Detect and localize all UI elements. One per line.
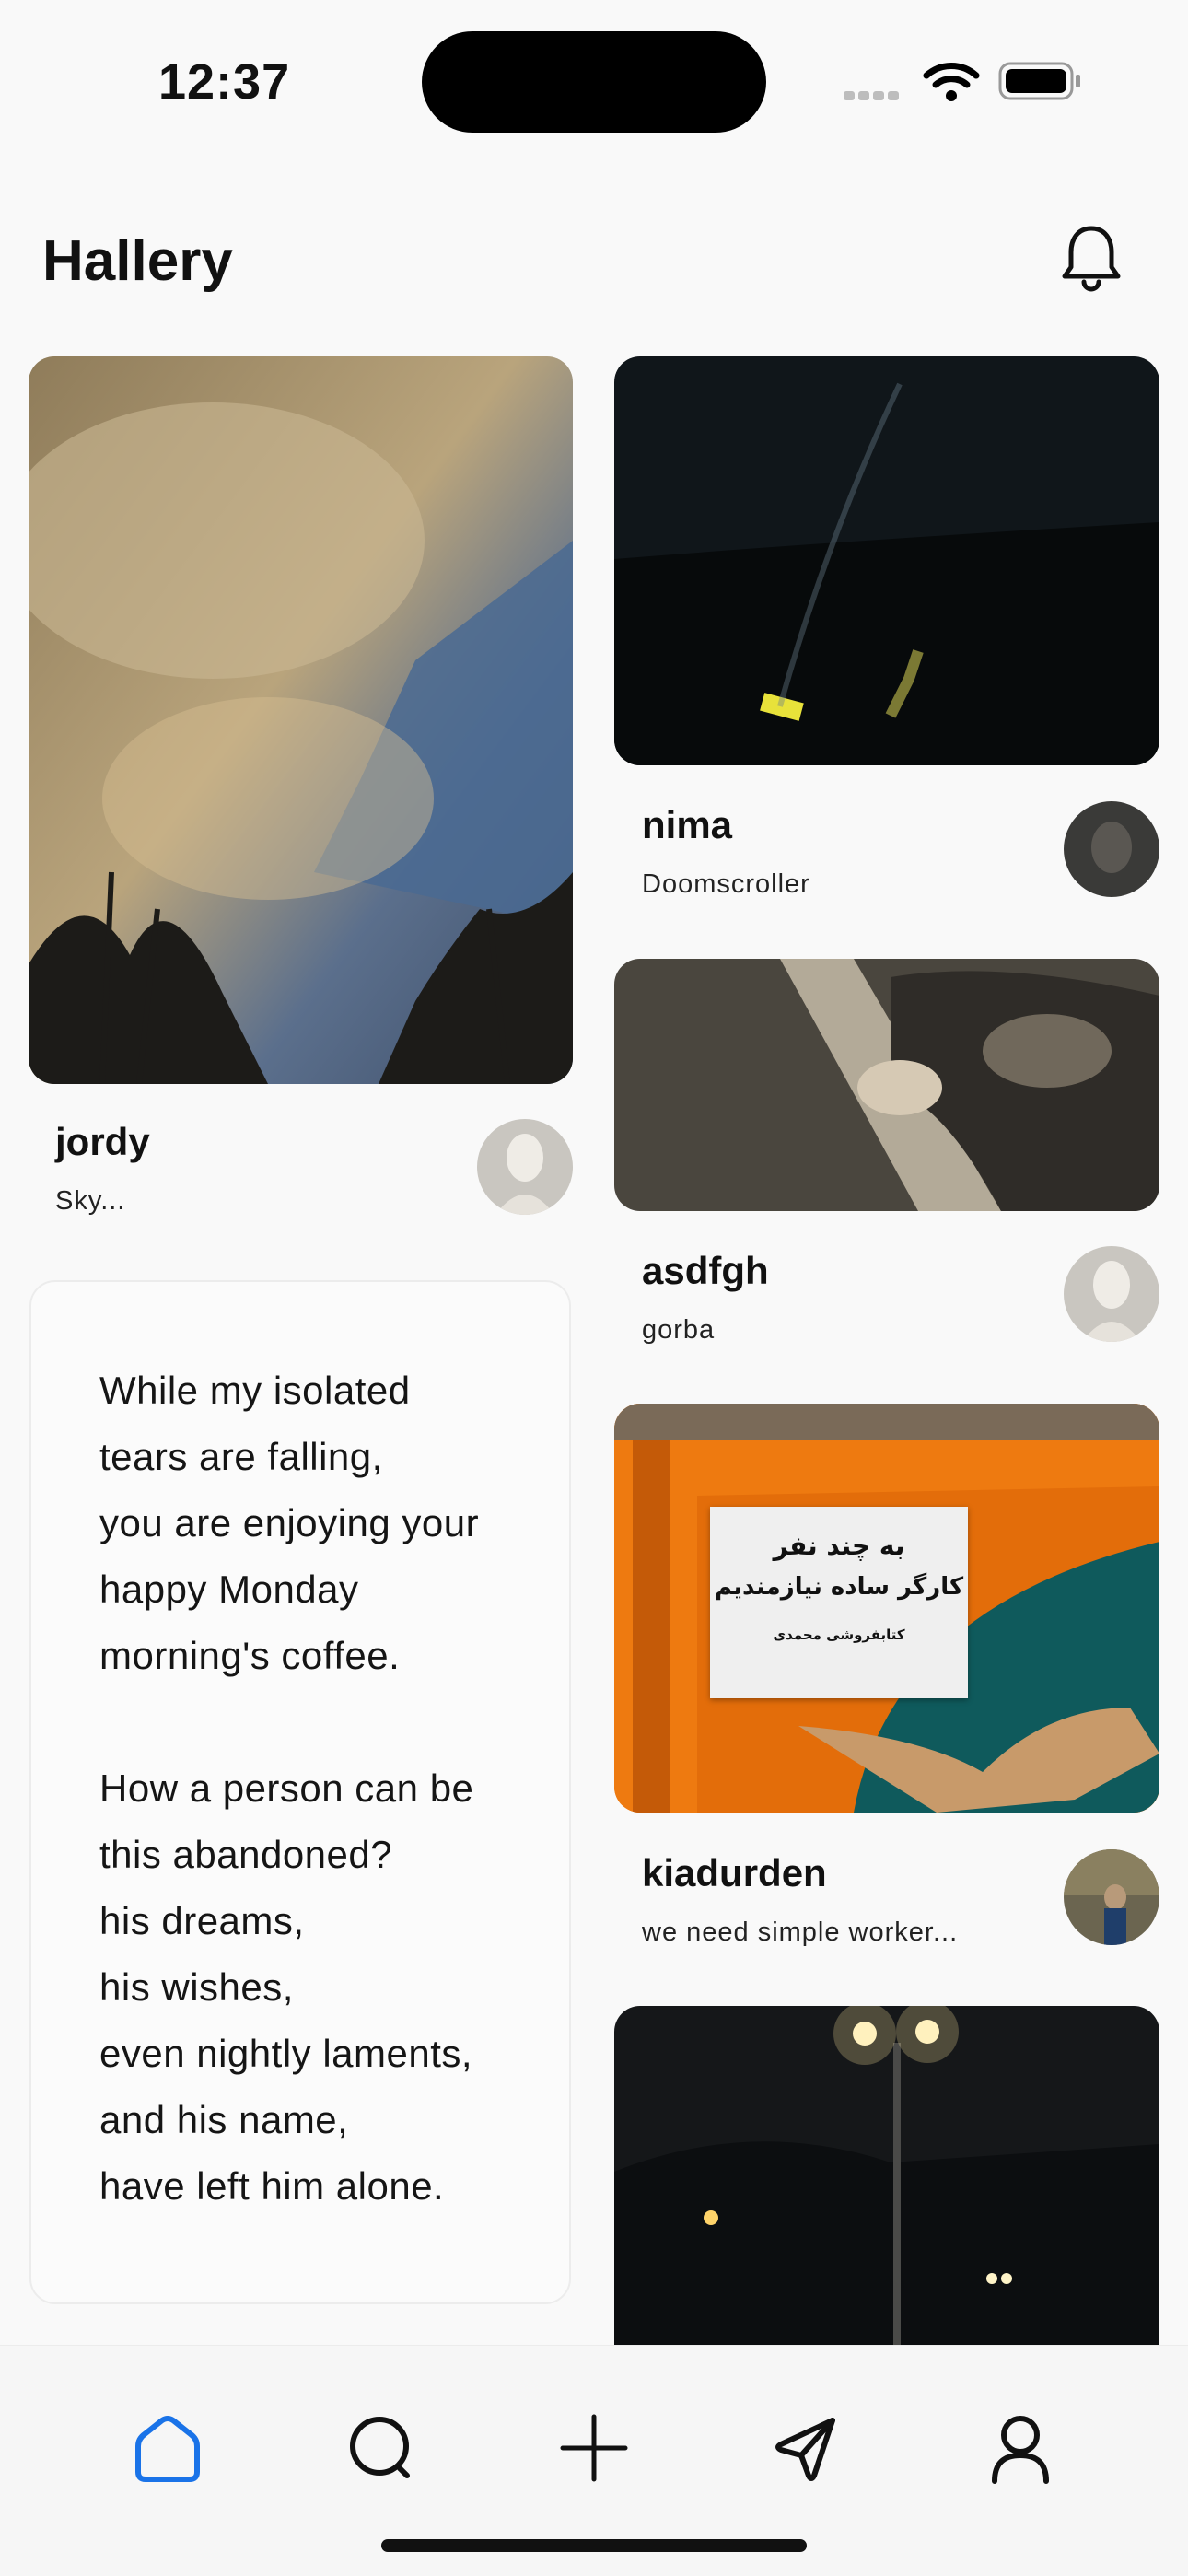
sign-text-line: کارگر ساده نیازمندیم	[714, 1573, 964, 1601]
post-author-name[interactable]: jordy	[55, 1120, 150, 1164]
post-author-name[interactable]: asdfgh	[642, 1249, 769, 1293]
sign-paper: به چند نفر کارگر ساده نیازمندیم کتابفروش…	[710, 1507, 968, 1698]
add-icon[interactable]	[555, 2409, 633, 2487]
post-image-sky[interactable]	[29, 356, 573, 1084]
post-image-sign[interactable]: به چند نفر کارگر ساده نیازمندیم کتابفروش…	[614, 1404, 1159, 1813]
post-image-streetlights[interactable]	[614, 2006, 1159, 2393]
home-indicator	[381, 2539, 807, 2552]
avatar[interactable]	[477, 1119, 573, 1215]
post-caption: Doomscroller	[642, 869, 810, 899]
avatar[interactable]	[1064, 1849, 1159, 1945]
post-caption: Sky...	[55, 1186, 126, 1216]
notifications-bell-icon[interactable]	[1059, 223, 1124, 293]
poem-text: While my isolated tears are falling, you…	[99, 1369, 480, 2302]
page-title: Hallery	[42, 229, 233, 293]
post-author-name[interactable]: kiadurden	[642, 1851, 827, 1895]
cellular-signal-icon	[844, 88, 903, 105]
battery-icon	[998, 61, 1083, 101]
post-image-cat[interactable]	[614, 959, 1159, 1211]
sign-text-line: کتابفروشی محمدی	[773, 1626, 905, 1643]
dynamic-island	[422, 31, 766, 133]
avatar[interactable]	[1064, 1246, 1159, 1342]
profile-icon[interactable]	[982, 2409, 1059, 2487]
post-image-night[interactable]	[614, 356, 1159, 765]
post-caption: we need simple worker...	[642, 1917, 959, 1947]
wifi-icon	[923, 61, 980, 101]
post-caption: gorba	[642, 1315, 716, 1345]
sign-text-line: به چند نفر	[773, 1531, 905, 1561]
home-icon[interactable]	[129, 2409, 206, 2487]
status-time: 12:37	[158, 54, 291, 110]
avatar[interactable]	[1064, 801, 1159, 897]
post-author-name[interactable]: nima	[642, 803, 732, 847]
search-icon[interactable]	[343, 2409, 420, 2487]
text-post-card[interactable]: While my isolated tears are falling, you…	[29, 1280, 571, 2304]
send-icon[interactable]	[768, 2409, 845, 2487]
